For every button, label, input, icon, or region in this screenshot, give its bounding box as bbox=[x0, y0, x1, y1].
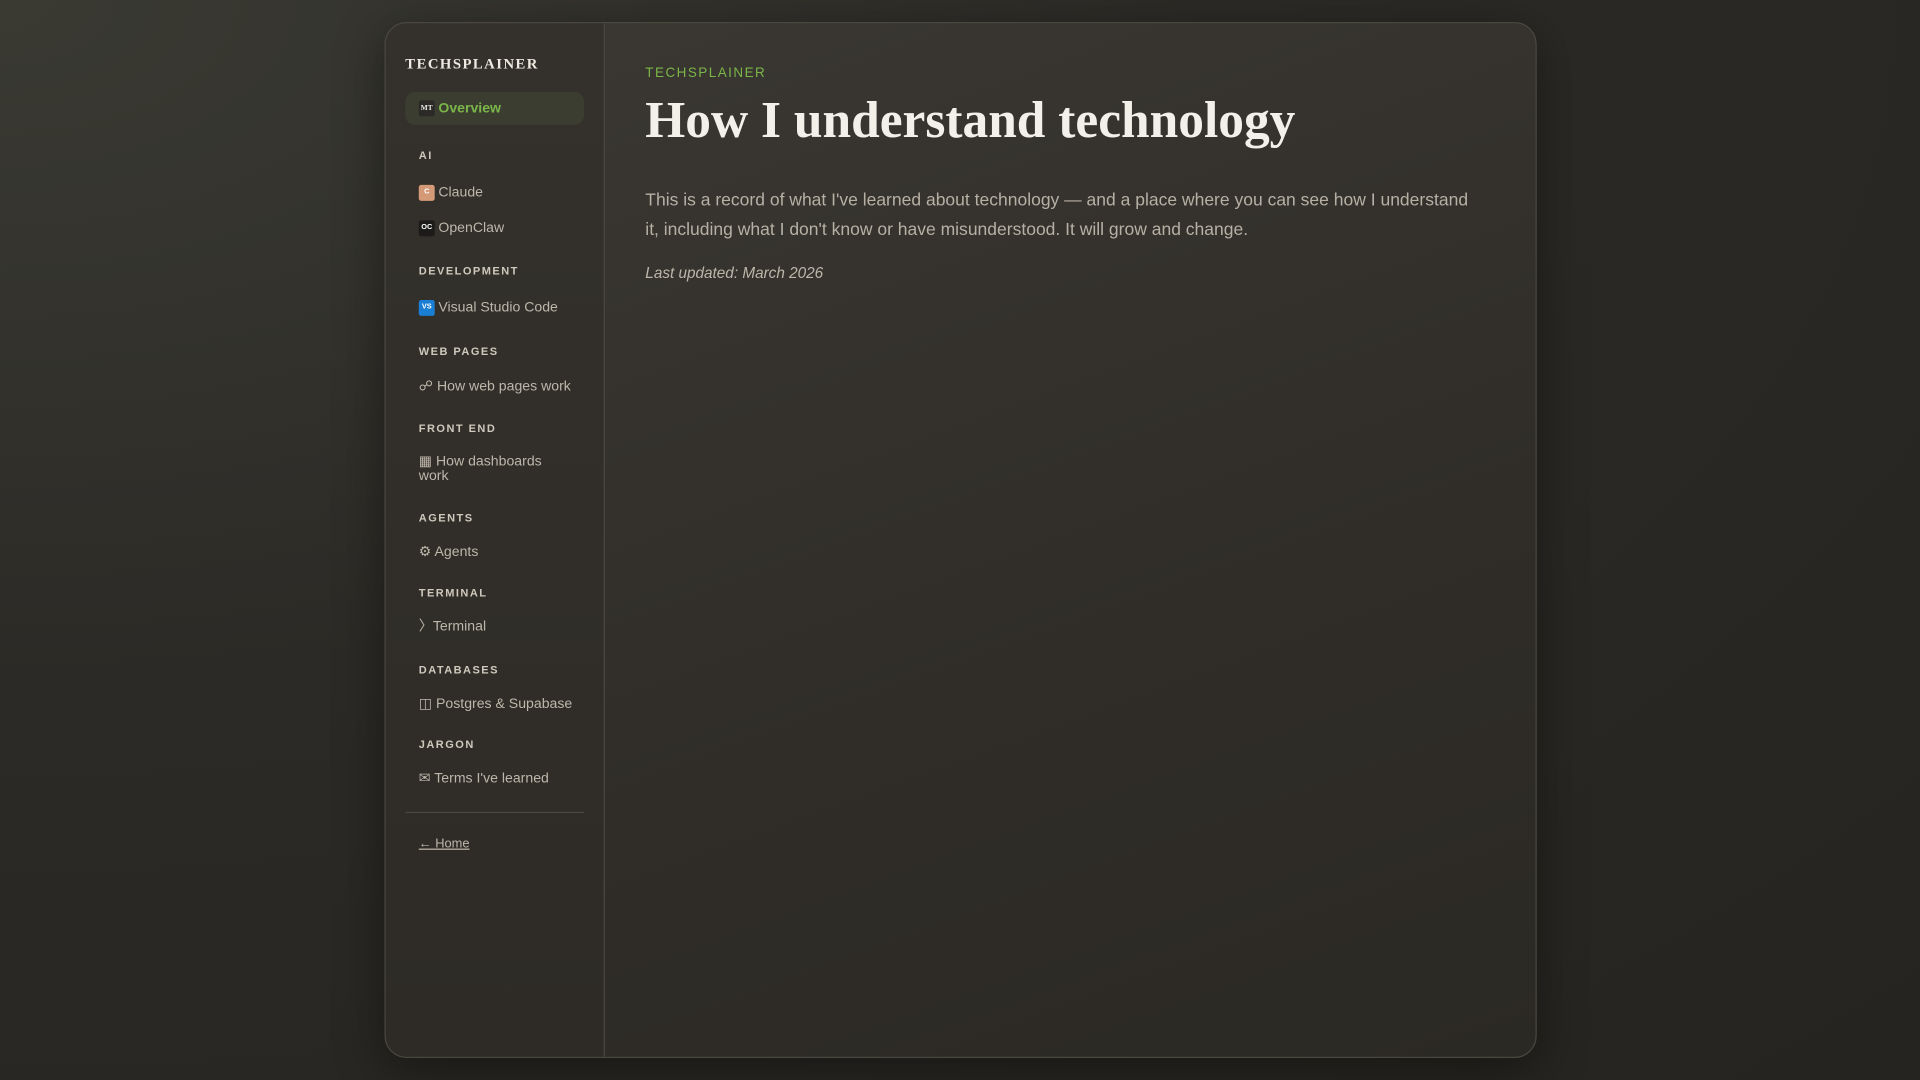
envelope-icon: ✉ bbox=[418, 771, 431, 787]
sidebar-item-label: Visual Studio Code bbox=[438, 300, 558, 316]
sidebar: TECHSPLAINER MT Overview AI C Claude OC Op… bbox=[385, 23, 605, 1057]
section-development: DEVELOPMENT bbox=[418, 264, 519, 277]
claude-icon: C bbox=[418, 184, 435, 201]
section-kicker: TECHSPLAINER bbox=[645, 66, 767, 81]
sidebar-item-label: Terminal bbox=[432, 619, 487, 635]
sidebar-item-terminal[interactable]: 〉Terminal bbox=[405, 620, 584, 635]
app-window: TECHSPLAINER MT Overview AI C Claude OC Op… bbox=[384, 22, 1537, 1058]
section-databases: DATABASES bbox=[418, 663, 499, 676]
sidebar-item-openclaw[interactable]: OC OpenClaw bbox=[405, 220, 584, 237]
sidebar-item-vscode[interactable]: VS Visual Studio Code bbox=[405, 300, 584, 316]
sidebar-item-overview[interactable]: MT Overview bbox=[405, 91, 585, 125]
section-ai: AI bbox=[418, 149, 433, 162]
grid-icon: ▦ bbox=[418, 453, 433, 469]
page-title: How I understand technology bbox=[645, 93, 1296, 150]
section-terminal: TERMINAL bbox=[418, 586, 488, 599]
sidebar-item-agents[interactable]: ⚙ Agents bbox=[405, 544, 584, 559]
mt-logo-icon: MT bbox=[418, 100, 435, 117]
sidebar-item-claude[interactable]: C Claude bbox=[405, 184, 584, 201]
openclaw-icon: OC bbox=[418, 220, 435, 237]
database-icon: ◫ bbox=[418, 696, 433, 711]
section-front-end: FRONT END bbox=[418, 421, 497, 435]
sidebar-item-label: Postgres & Supabase bbox=[436, 696, 573, 711]
intro-paragraph: This is a record of what I've learned ab… bbox=[645, 191, 1469, 241]
sidebar-item-label: OpenClaw bbox=[438, 221, 505, 236]
vscode-icon: VS bbox=[418, 300, 435, 316]
sidebar-item-postgres[interactable]: ◫ Postgres & Supabase bbox=[405, 696, 584, 711]
sidebar-item-label: Terms I've learned bbox=[434, 771, 549, 787]
sidebar-brand: TECHSPLAINER bbox=[405, 55, 539, 73]
sidebar-item-label: How web pages work bbox=[436, 379, 571, 395]
sidebar-item-label: Overview bbox=[438, 101, 502, 116]
sidebar-item-dashboards[interactable]: ▦ How dashboards work bbox=[405, 454, 553, 485]
link-icon: ☍ bbox=[418, 379, 434, 395]
section-jargon: JARGON bbox=[418, 738, 475, 751]
sidebar-item-label: How dashboards work bbox=[418, 453, 542, 484]
section-agents: AGENTS bbox=[418, 511, 474, 524]
chevron-right-icon: 〉 bbox=[418, 619, 433, 635]
sidebar-item-terms[interactable]: ✉ Terms I've learned bbox=[405, 772, 584, 787]
gear-icon: ⚙ bbox=[418, 544, 432, 560]
sidebar-item-label: Claude bbox=[438, 185, 484, 201]
sidebar-item-web-pages[interactable]: ☍ How web pages work bbox=[405, 380, 584, 395]
last-updated: Last updated: March 2026 bbox=[645, 264, 824, 282]
section-web-pages: WEB PAGES bbox=[418, 345, 499, 358]
home-link[interactable]: ← Home bbox=[405, 836, 470, 851]
sidebar-item-label: Agents bbox=[434, 544, 479, 560]
sidebar-nav: MT Overview AI C Claude OC OpenClaw DEVELO… bbox=[405, 91, 585, 853]
